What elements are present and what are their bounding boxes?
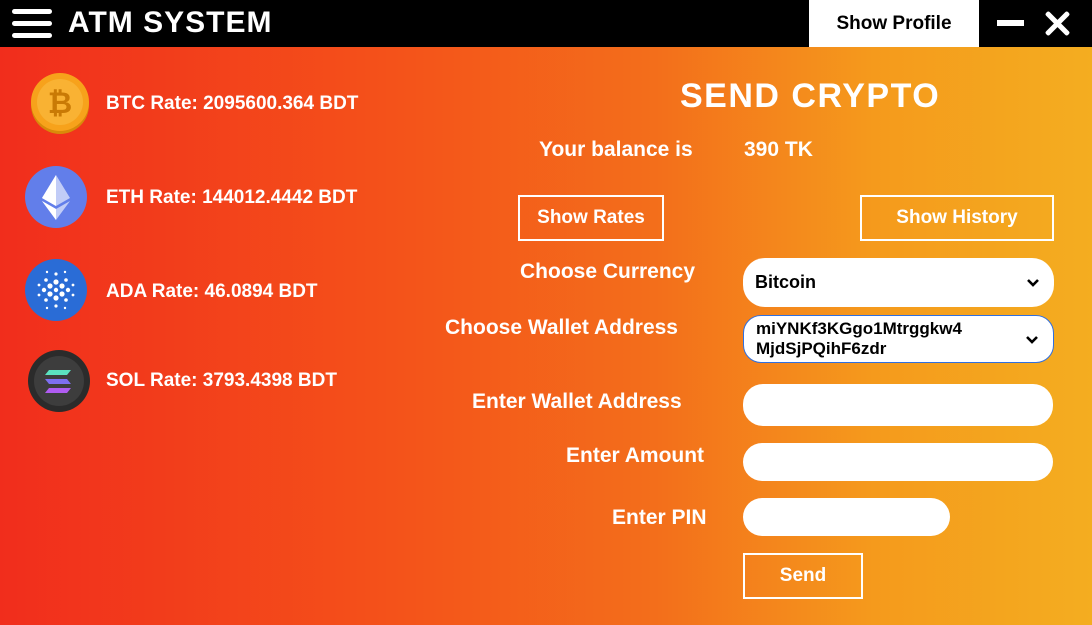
solana-icon (28, 350, 90, 412)
show-profile-button[interactable]: Show Profile (809, 0, 979, 47)
minimize-icon[interactable] (997, 20, 1024, 26)
title-bar: ATM SYSTEM Show Profile (0, 0, 1092, 47)
svg-text:₿: ₿ (48, 87, 72, 120)
balance-label: Your balance is (539, 138, 693, 161)
wallet-input-label: Enter Wallet Address (472, 390, 682, 413)
hamburger-menu-icon[interactable] (12, 9, 52, 39)
bitcoin-icon: ₿ (31, 73, 89, 134)
chevron-down-icon (1026, 336, 1038, 344)
btc-rate: BTC Rate: 2095600.364 BDT (106, 93, 359, 114)
wallet-address-line-1: miYNKf3KGgo1Mtrggkw4 (756, 319, 962, 338)
pin-input[interactable] (743, 498, 950, 536)
pin-label: Enter PIN (612, 506, 707, 529)
wallet-address-line-2: MjdSjPQihF6zdr (756, 339, 887, 358)
app-title: ATM SYSTEM (68, 6, 273, 39)
ethereum-icon (25, 166, 87, 228)
amount-input[interactable] (743, 443, 1053, 481)
close-icon[interactable] (1043, 10, 1071, 38)
chevron-down-icon (1027, 279, 1039, 287)
currency-select[interactable]: Bitcoin (743, 258, 1054, 307)
main-panel: ₿ BTC Rate: 2095600.364 BDT ETH Rate: 14… (0, 47, 1092, 625)
cardano-icon (25, 259, 87, 321)
page-title: SEND CRYPTO (680, 77, 941, 115)
currency-label: Choose Currency (520, 260, 696, 283)
ada-rate: ADA Rate: 46.0894 BDT (106, 281, 318, 302)
show-rates-button[interactable]: Show Rates (518, 195, 664, 241)
amount-label: Enter Amount (566, 444, 705, 467)
currency-select-value: Bitcoin (755, 272, 816, 292)
balance-value: 390 TK (744, 138, 813, 161)
eth-rate: ETH Rate: 144012.4442 BDT (106, 187, 358, 208)
show-history-button[interactable]: Show History (860, 195, 1054, 241)
wallet-address-select[interactable]: miYNKf3KGgo1Mtrggkw4 MjdSjPQihF6zdr (743, 315, 1054, 363)
send-button[interactable]: Send (743, 553, 863, 599)
wallet-address-input[interactable] (743, 384, 1053, 426)
sol-rate: SOL Rate: 3793.4398 BDT (106, 370, 337, 391)
wallet-choice-label: Choose Wallet Address (445, 316, 678, 339)
